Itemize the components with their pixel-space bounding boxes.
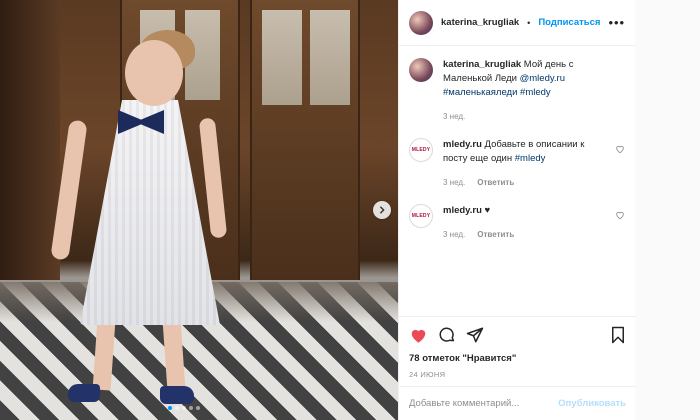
avatar-logo-text: MLEDY [411,147,431,153]
hashtag-link[interactable]: #mledy [520,87,551,98]
comment-meta: 3 нед. Ответить [443,228,593,242]
bookmark-icon[interactable] [610,326,626,344]
comment-author[interactable]: katerina_krugliak [443,59,521,70]
photo-window [310,10,350,105]
photo-figure [160,386,194,404]
share-icon[interactable] [466,326,484,344]
more-options-icon[interactable]: ••• [608,15,625,30]
carousel-dot [168,406,172,410]
hashtag-link[interactable]: #mledy [515,153,546,164]
reply-button[interactable]: Ответить [477,228,514,242]
carousel-dot [182,406,186,410]
photo-wall [0,0,60,280]
next-photo-button[interactable] [373,201,391,219]
comment-author[interactable]: mledy.ru [443,205,482,216]
post-header: katerina_krugliak • Подписаться ••• [399,0,635,46]
photo-figure [125,40,183,106]
comment-body: katerina_krugliak Мой день с Маленькой Л… [443,58,593,124]
comment-icon[interactable] [438,326,456,344]
comment-text: ♥ [484,205,491,216]
commenter-avatar[interactable]: MLEDY [409,204,433,228]
comment-author[interactable]: mledy.ru [443,139,482,150]
heart-filled-icon[interactable] [409,326,428,345]
header-separator: • [527,17,531,28]
like-comment-icon[interactable] [615,144,625,154]
post-actions: 78 отметок "Нравится" 24 июня [399,316,636,379]
page-background [635,0,700,420]
hashtag-link[interactable]: #маленькаяледи [443,87,517,98]
author-avatar[interactable] [409,58,433,82]
post-modal: katerina_krugliak • Подписаться ••• kate… [0,0,700,420]
carousel-dot [175,406,179,410]
post-side-panel: katerina_krugliak • Подписаться ••• kate… [398,0,636,420]
add-comment-bar: Опубликовать [399,386,636,420]
comment-meta: 3 нед. Ответить [443,176,593,190]
comment-body: mledy.ru Добавьте в описании к посту еще… [443,138,593,190]
comment-item: MLEDY mledy.ru ♥ 3 нед. Ответить [409,204,625,242]
comment-time[interactable]: 3 нед. [443,176,465,190]
photo-window [262,10,302,105]
likes-count[interactable]: 78 отметок "Нравится" [409,353,626,364]
publish-button[interactable]: Опубликовать [558,398,626,409]
comment-meta: 3 нед. [443,110,593,124]
comment-body: mledy.ru ♥ 3 нед. Ответить [443,204,593,242]
mention-link[interactable]: @mledy.ru [520,73,565,84]
like-comment-icon[interactable] [615,210,625,220]
author-avatar[interactable] [409,10,433,35]
post-photo[interactable] [0,0,398,420]
comment-input[interactable] [409,398,559,409]
carousel-dot [196,406,200,410]
comment-item: MLEDY mledy.ru Добавьте в описании к пос… [409,138,625,190]
avatar-logo-text: MLEDY [411,213,431,219]
follow-button[interactable]: Подписаться [538,17,600,28]
commenter-avatar[interactable]: MLEDY [409,138,433,162]
carousel-indicator [168,406,200,410]
reply-button[interactable]: Ответить [477,176,514,190]
post-date[interactable]: 24 июня [409,370,626,379]
author-username[interactable]: katerina_krugliak [441,17,519,28]
chevron-right-icon [379,206,385,214]
comment-time[interactable]: 3 нед. [443,110,465,124]
caption-comment: katerina_krugliak Мой день с Маленькой Л… [409,58,625,124]
carousel-dot [189,406,193,410]
action-icons [409,325,626,345]
photo-figure [68,384,100,402]
comment-time[interactable]: 3 нед. [443,228,465,242]
comments-list: katerina_krugliak Мой день с Маленькой Л… [399,46,635,242]
